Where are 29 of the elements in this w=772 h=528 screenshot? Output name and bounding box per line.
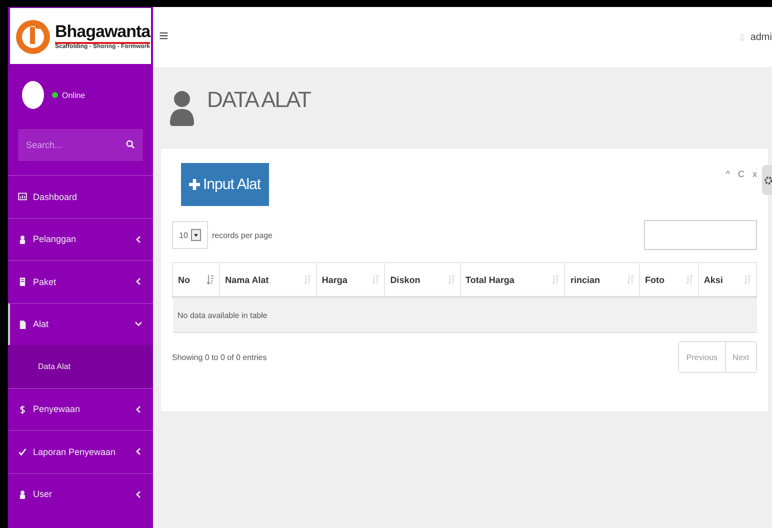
user-name[interactable]: admi [750,32,772,42]
search-field[interactable]: Search... [18,129,143,161]
menu-icon [18,234,27,244]
brand-name: Bhagawanta [55,22,150,44]
submenu-item[interactable]: Data Alat [8,345,153,388]
menu-icon [18,490,27,499]
dropdown-icon [190,229,201,241]
entries-info: Showing 0 to 0 of 0 entries [172,352,267,362]
filter-field[interactable] [644,220,757,250]
status-text: Online [62,90,86,100]
tool-button[interactable]: C [738,169,744,179]
user-icon [169,90,195,126]
tool-button[interactable]: x [752,169,757,179]
page-size-select[interactable]: 10 [172,221,208,249]
page-size-label: records per page [212,230,272,240]
empty-message: No data available in table [172,297,756,332]
menu-icon [18,404,27,414]
plus-icon [189,179,200,190]
menu-icon [18,447,27,456]
menu-icon [18,277,27,286]
page-title: DATA ALAT [207,87,310,113]
menu-icon [18,320,27,329]
input-button[interactable]: Input Alat [181,163,269,206]
menu-toggle[interactable]: ≡ [159,28,168,46]
avatar [22,81,44,109]
tool-button[interactable]: ^ [726,169,730,179]
search-icon[interactable] [126,140,135,149]
menu-icon [18,192,27,202]
settings-icon[interactable] [762,165,772,195]
